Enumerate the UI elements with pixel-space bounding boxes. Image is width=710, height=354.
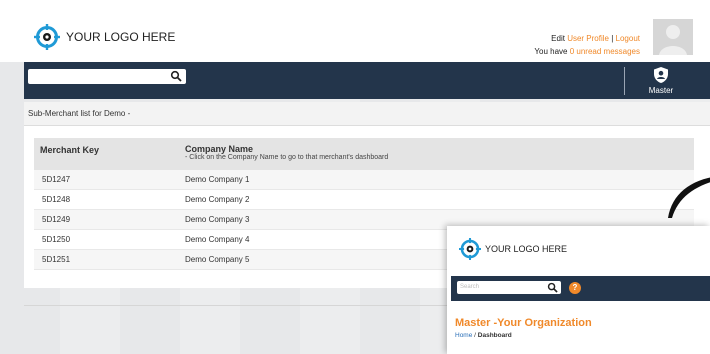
table-row: 5D1248 Demo Company 2 bbox=[34, 190, 694, 210]
logout-link[interactable]: Logout bbox=[616, 34, 640, 43]
master-label: Master bbox=[648, 86, 674, 95]
table-row: 5D1247 Demo Company 1 bbox=[34, 170, 694, 190]
merchant-key-cell: 5D1247 bbox=[42, 175, 71, 184]
target-logo-icon bbox=[459, 238, 481, 260]
breadcrumb-current: Dashboard bbox=[477, 332, 512, 339]
company-name-hint: - Click on the Company Name to go to tha… bbox=[185, 154, 389, 161]
company-name-link[interactable]: Demo Company 1 bbox=[181, 175, 694, 184]
search-input[interactable] bbox=[28, 69, 186, 84]
merchant-key-cell: 5D1249 bbox=[42, 215, 71, 224]
target-logo-icon bbox=[34, 24, 60, 50]
search-icon[interactable] bbox=[547, 282, 558, 293]
logo[interactable]: YOUR LOGO HERE bbox=[34, 24, 175, 50]
breadcrumb-home-link[interactable]: Home bbox=[455, 332, 472, 339]
nav-divider bbox=[624, 67, 625, 95]
preview-logo-text: YOUR LOGO HERE bbox=[485, 244, 568, 254]
user-links: Edit User Profile | Logout You have 0 un… bbox=[534, 32, 640, 58]
breadcrumb: Home / Dashboard bbox=[455, 332, 512, 339]
breadcrumb-separator: / bbox=[474, 332, 476, 339]
user-avatar-icon bbox=[653, 19, 693, 55]
company-name-link[interactable]: Demo Company 3 bbox=[181, 215, 694, 224]
header: YOUR LOGO HERE Edit User Profile | Logou… bbox=[0, 0, 710, 62]
preview-logo[interactable]: YOUR LOGO HERE bbox=[459, 238, 567, 260]
curved-arrow-decoration bbox=[668, 177, 710, 218]
top-navbar: Master bbox=[24, 62, 710, 99]
merchant-key-cell: 5D1248 bbox=[42, 195, 71, 204]
company-name-link[interactable]: Demo Company 2 bbox=[181, 195, 694, 204]
search-icon[interactable] bbox=[170, 70, 182, 82]
company-name-title: Company Name bbox=[185, 144, 254, 154]
preview-navbar: Search ? bbox=[451, 276, 710, 301]
table-header: Merchant Key Company Name - Click on the… bbox=[34, 138, 694, 170]
edit-label: Edit bbox=[551, 34, 565, 43]
unread-messages-link[interactable]: 0 unread messages bbox=[570, 47, 640, 56]
dashboard-preview: YOUR LOGO HERE Search ? Master -Your Org… bbox=[447, 226, 710, 354]
panel-title: Sub-Merchant list for Demo - bbox=[24, 102, 710, 126]
link-separator: | bbox=[611, 34, 614, 43]
merchant-key-header: Merchant Key bbox=[40, 145, 100, 155]
shield-user-icon bbox=[654, 67, 668, 83]
merchant-key-cell: 5D1250 bbox=[42, 235, 71, 244]
merchant-key-cell: 5D1251 bbox=[42, 255, 71, 264]
help-icon[interactable]: ? bbox=[569, 282, 581, 294]
company-name-header: Company Name - Click on the Company Name… bbox=[181, 138, 694, 170]
logo-text: YOUR LOGO HERE bbox=[66, 30, 176, 44]
avatar[interactable] bbox=[653, 19, 693, 55]
page-title: Master -Your Organization bbox=[455, 317, 592, 329]
master-menu[interactable]: Master bbox=[641, 66, 681, 95]
messages-label: You have bbox=[534, 47, 568, 56]
preview-search-input[interactable]: Search bbox=[457, 281, 561, 294]
user-profile-link[interactable]: User Profile bbox=[567, 34, 609, 43]
